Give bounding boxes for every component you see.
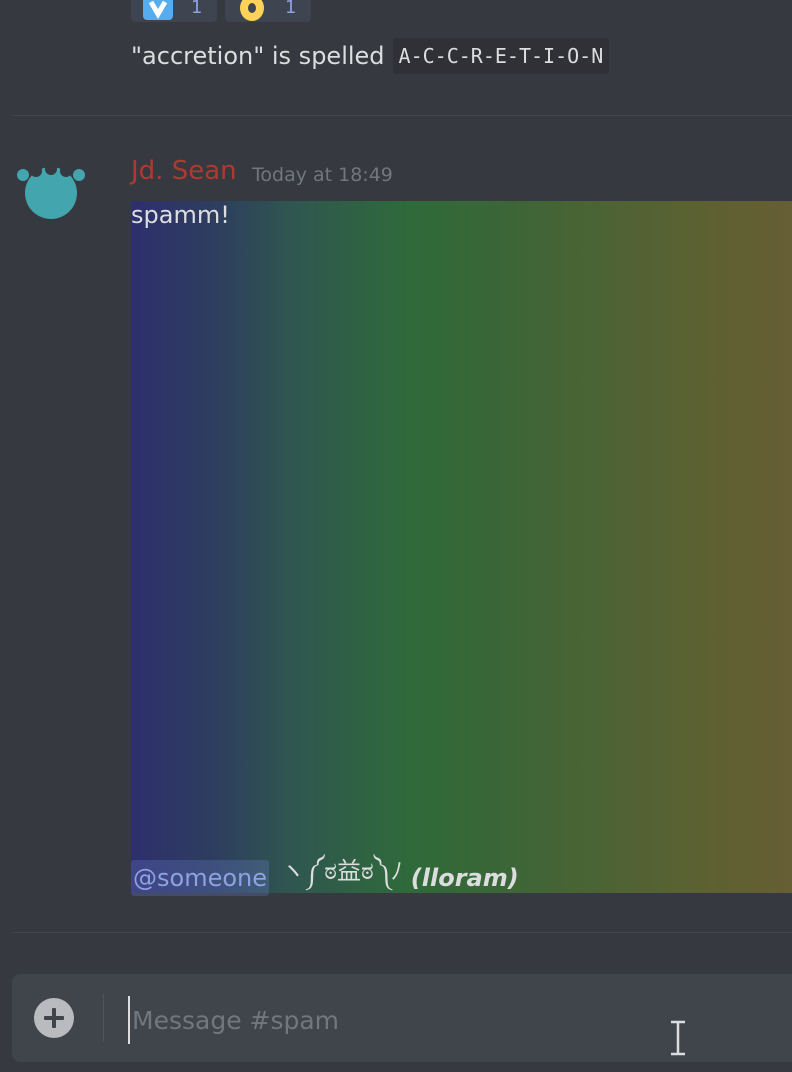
- composer-separator: [103, 994, 104, 1042]
- timestamp: Today at 18:49: [252, 164, 393, 186]
- reaction-count: 1: [191, 0, 203, 18]
- text-cursor-icon: [671, 1020, 685, 1056]
- composer-divider: [12, 932, 792, 933]
- credit-text: (lloram): [410, 864, 519, 892]
- previous-message-text: "accretion" is spelled A-C-C-R-E-T-I-O-N: [131, 38, 610, 74]
- message-text: spamm!: [131, 201, 230, 229]
- message-divider: [12, 115, 792, 116]
- reaction-shield[interactable]: 1: [131, 0, 217, 22]
- kaomoji-text: ヽ༼ಠ益ಠ༽ﾉ: [281, 856, 403, 885]
- shield-check-icon: [143, 0, 173, 20]
- avatar[interactable]: [16, 163, 86, 223]
- reaction-count: 1: [285, 0, 297, 18]
- gradient-embed: [131, 201, 792, 893]
- previous-message-prefix: "accretion" is spelled: [131, 42, 385, 70]
- plus-icon: [44, 1008, 64, 1028]
- reaction-bar: 1 1: [131, 0, 311, 22]
- coin-icon: [240, 0, 264, 21]
- attach-button[interactable]: [34, 998, 74, 1038]
- inline-code: A-C-C-R-E-T-I-O-N: [392, 38, 610, 74]
- user-mention[interactable]: @someone: [131, 860, 269, 896]
- message-footer-line: @someone ヽ༼ಠ益ಠ༽ﾉ (lloram): [131, 857, 519, 896]
- reaction-coin[interactable]: 1: [225, 0, 311, 22]
- username[interactable]: Jd. Sean: [131, 156, 237, 186]
- chat-viewport: 1 1 "accretion" is spelled A-C-C-R-E-T-I…: [0, 0, 792, 1072]
